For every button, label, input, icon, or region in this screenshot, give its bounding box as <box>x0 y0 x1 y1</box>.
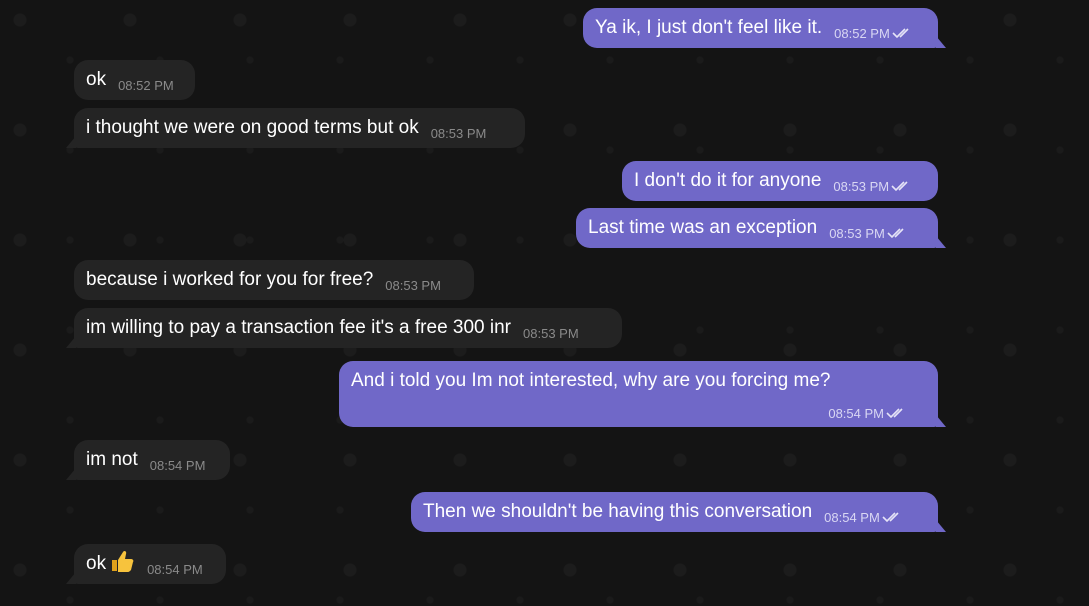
message-time: 08:54 PM <box>828 406 884 421</box>
double-check-icon <box>886 408 903 419</box>
message-text: ok <box>86 553 107 574</box>
double-check-icon <box>887 228 904 239</box>
message-time: 08:52 PM <box>118 78 174 93</box>
bubble-tail <box>936 520 946 532</box>
double-check-icon <box>882 512 899 523</box>
message-time: 08:53 PM <box>523 326 579 341</box>
message-time: 08:54 PM <box>147 562 203 577</box>
message-outgoing[interactable]: Then we shouldn't be having this convers… <box>411 492 946 532</box>
bubble-tail <box>936 236 946 248</box>
bubble-tail <box>66 468 76 480</box>
double-check-icon <box>891 181 908 192</box>
message-incoming[interactable]: im not 08:54 PM <box>66 440 230 480</box>
message-incoming[interactable]: i thought we were on good terms but ok 08… <box>66 108 525 148</box>
message-text: Last time was an exception <box>588 217 818 238</box>
bubble-tail <box>66 572 76 584</box>
message-outgoing[interactable]: Last time was an exception 08:53 PM <box>576 208 946 248</box>
message-text: i thought we were on good terms but ok <box>86 117 419 138</box>
message-time: 08:52 PM <box>834 26 890 41</box>
message-text: im willing to pay a transaction fee it's… <box>86 317 512 338</box>
message-text: And i told you Im not interested, why ar… <box>351 370 831 391</box>
bubble-tail <box>936 415 946 427</box>
message-text: because i worked for you for free? <box>86 269 374 290</box>
message-outgoing[interactable]: And i told you Im not interested, why ar… <box>339 361 946 427</box>
message-outgoing[interactable]: I don't do it for anyone 08:53 PM <box>622 161 938 201</box>
message-text: im not <box>86 449 138 470</box>
message-time: 08:54 PM <box>149 458 206 473</box>
message-time: 08:54 PM <box>824 510 880 525</box>
message-incoming[interactable]: ok 08:54 PM <box>66 544 226 584</box>
message-incoming[interactable]: ok 08:52 PM <box>74 60 195 100</box>
message-time: 08:53 PM <box>833 179 890 194</box>
message-time: 08:53 PM <box>829 226 885 241</box>
message-text: Ya ik, I just don't feel like it. <box>595 17 823 38</box>
message-text: Then we shouldn't be having this convers… <box>423 501 813 522</box>
double-check-icon <box>892 28 909 39</box>
message-time: 08:53 PM <box>430 126 487 141</box>
bubble-tail <box>66 136 76 148</box>
thumbs-up-emoji <box>112 550 134 572</box>
message-text: I don't do it for anyone <box>634 170 822 191</box>
bubble-tail <box>936 36 946 48</box>
message-incoming[interactable]: because i worked for you for free? 08:53 … <box>74 260 474 300</box>
message-text: ok <box>86 69 107 90</box>
message-outgoing[interactable]: Ya ik, I just don't feel like it. 08:52 P… <box>583 8 946 48</box>
message-time: 08:53 PM <box>385 278 441 293</box>
message-incoming[interactable]: im willing to pay a transaction fee it's… <box>66 308 622 348</box>
bubble-tail <box>66 336 76 348</box>
